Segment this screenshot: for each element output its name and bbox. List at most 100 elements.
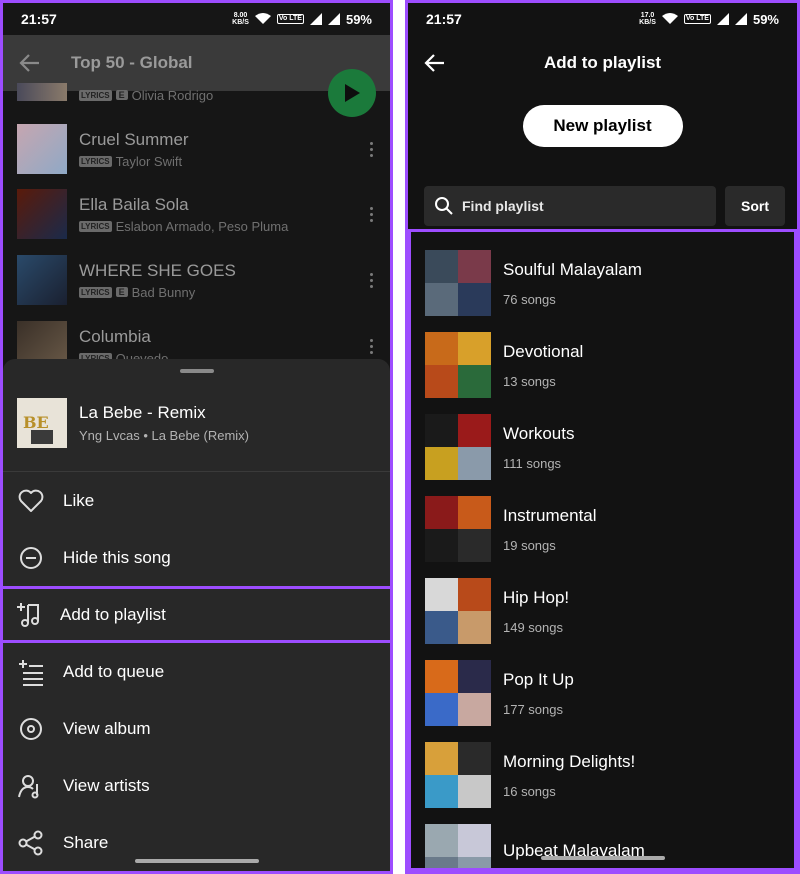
play-button[interactable] [328,69,376,117]
playlist-count: 149 songs [503,619,563,635]
wifi-icon [661,13,678,24]
playlist-item[interactable]: Instrumental 19 songs [425,496,794,562]
playlist-cover [425,742,491,808]
find-playlist-input[interactable]: Find playlist [424,186,716,226]
menu-label: Like [63,490,95,510]
playlist-cover [425,496,491,562]
track-name: Columbia [79,326,151,346]
playlist-item[interactable]: Pop It Up 177 songs [425,660,794,726]
signal-icon-2 [734,13,747,25]
menu-add-to-queue[interactable]: Add to queue [3,643,390,700]
more-options-icon[interactable] [366,141,376,157]
more-options-icon[interactable] [366,206,376,222]
track-artist: Taylor Swift [115,153,183,169]
track-art [17,124,67,174]
playlist-name: Instrumental [503,505,597,525]
album-icon [20,717,42,740]
menu-view-album[interactable]: View album [3,700,390,757]
sort-button[interactable]: Sort [725,186,785,226]
menu-label: Share [63,832,109,852]
song-cover: BE [17,398,67,448]
back-arrow-icon[interactable] [424,52,446,74]
playlist-list[interactable]: Soulful Malayalam 76 songs Devotional 13 s… [408,229,797,871]
track-artist: Eslabon Armado, Peso Pluma [115,218,289,234]
playlist-name: Hip Hop! [503,587,570,607]
battery-level: 59% [345,11,372,27]
menu-label: Add to queue [63,661,165,681]
back-arrow-icon[interactable] [19,52,41,74]
home-indicator[interactable] [134,859,259,863]
track-art [17,83,67,101]
heart-icon [18,489,44,512]
playlist-item[interactable]: Workouts 111 songs [425,414,794,480]
song-options-sheet: BE La Bebe - Remix Yng Lvcas • La Bebe (… [3,359,390,871]
new-playlist-button[interactable]: New playlist [522,105,683,147]
lyrics-badge: LYRICS [79,286,112,298]
menu-view-artists[interactable]: View artists [3,757,390,814]
explicit-badge: E [115,287,128,297]
add-to-playlist-header: Add to playlist [408,35,797,91]
status-bar: 21:57 8.00 KB/S Vo LTE 59% [3,3,390,35]
signal-icon [716,13,729,25]
track-artist: Olivia Rodrigo [131,87,214,103]
right-screen: 21:57 17.0 KB/S Vo LTE 59% Add to playlis… [405,0,800,874]
more-options-icon[interactable] [366,272,376,288]
track-row[interactable]: WHERE SHE GOES LYRICS E Bad Bunny [17,252,376,308]
artist-icon [18,774,39,798]
menu-label: View album [63,718,151,738]
menu-label: Hide this song [63,547,171,567]
playlist-cover [425,824,491,868]
playlist-count: 16 songs [503,783,556,799]
sheet-song-title: La Bebe - Remix [79,403,206,422]
lyrics-badge: LYRICS [79,89,112,101]
status-time: 21:57 [21,11,57,27]
menu-label: View artists [63,775,150,795]
playlist-item[interactable]: Upbeat Malayalam [425,824,794,868]
wifi-icon [254,13,271,24]
playlist-item[interactable]: Hip Hop! 149 songs [425,578,794,644]
status-time: 21:57 [426,11,462,27]
track-row[interactable]: LYRICS E Olivia Rodrigo [17,83,376,107]
playlist-item[interactable]: Soulful Malayalam 76 songs [425,250,794,316]
track-row[interactable]: Ella Baila Sola LYRICS Eslabon Armado, Pe… [17,186,376,242]
playlist-name: Workouts [503,423,575,443]
lyrics-badge: LYRICS [79,155,112,167]
svg-text:BE: BE [23,413,49,432]
network-speed: 8.00 KB/S [232,12,249,26]
lte-icon: Vo LTE [683,14,711,24]
explicit-badge: E [115,90,128,100]
track-art [17,189,67,239]
playlist-count: 177 songs [503,701,563,717]
playlist-title: Top 50 - Global [71,53,193,72]
playlist-item[interactable]: Morning Delights! 16 songs [425,742,794,808]
playlist-count: 76 songs [503,291,556,307]
playlist-cover [425,332,491,398]
playlist-cover [425,250,491,316]
track-art [17,255,67,305]
track-artist: Bad Bunny [131,284,196,300]
status-bar: 21:57 17.0 KB/S Vo LTE 59% [408,3,797,35]
playlist-name: Soulful Malayalam [503,259,642,279]
menu-like[interactable]: Like [3,472,390,529]
more-options-icon[interactable] [366,338,376,354]
sheet-song-info: BE La Bebe - Remix Yng Lvcas • La Bebe (… [3,373,390,455]
playlist-name: Devotional [503,341,584,361]
share-icon [18,830,43,855]
track-name: WHERE SHE GOES [79,260,236,280]
add-to-playlist-icon [17,602,39,627]
left-screen: 21:57 8.00 KB/S Vo LTE 59% Top 50 - Globa… [0,0,393,874]
find-placeholder: Find playlist [462,198,544,214]
menu-hide-song[interactable]: Hide this song [3,529,390,586]
track-row[interactable]: Cruel Summer LYRICS Taylor Swift [17,121,376,177]
playlist-cover [425,660,491,726]
page-title: Add to playlist [543,53,662,72]
playlist-count: 13 songs [503,373,556,389]
menu-label: Add to playlist [60,604,166,624]
menu-add-to-playlist[interactable]: Add to playlist [3,586,390,643]
playlist-cover [425,578,491,644]
track-name: Cruel Summer [79,129,189,149]
playlist-name: Morning Delights! [503,751,636,771]
playlist-item[interactable]: Devotional 13 songs [425,332,794,398]
home-indicator[interactable] [540,856,665,860]
add-to-queue-icon [19,659,43,686]
